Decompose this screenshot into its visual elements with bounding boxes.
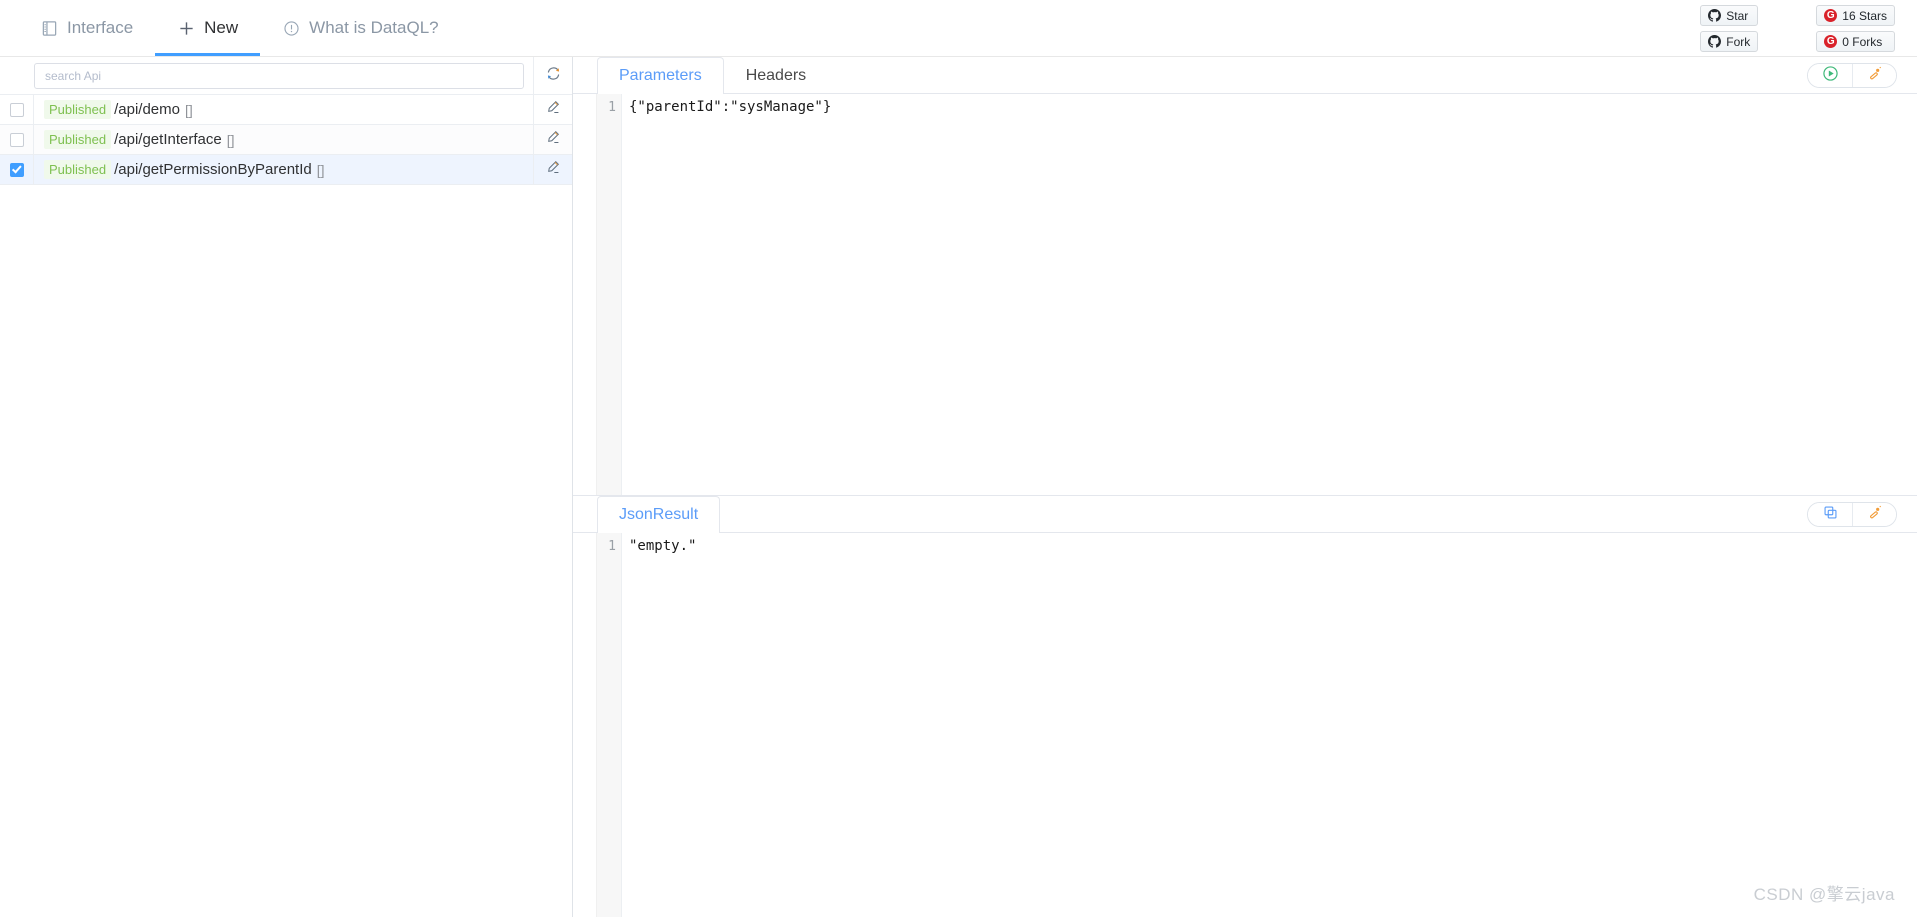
parameters-tabbar: Parameters Headers	[573, 57, 1917, 94]
table-row[interactable]: Published /api/getPermissionByParentId […	[0, 155, 572, 185]
refresh-button[interactable]	[534, 57, 572, 95]
pencil-icon	[546, 160, 560, 179]
parameters-actions	[1807, 63, 1897, 88]
pencil-icon	[546, 100, 560, 119]
row-checkbox[interactable]	[9, 162, 24, 177]
row-checkbox-cell[interactable]	[0, 95, 34, 124]
api-path: /api/demo	[114, 101, 180, 118]
api-list: Published /api/demo [] Published /api/ge…	[0, 95, 572, 185]
github-logo-icon	[1708, 9, 1722, 22]
result-code[interactable]: "empty."	[622, 533, 1917, 917]
result-editor[interactable]: 1 "empty."	[573, 533, 1917, 917]
row-edit-button[interactable]	[534, 125, 572, 154]
editor-left-margin	[573, 533, 597, 917]
tab-label: Parameters	[619, 66, 702, 84]
editor-pane: Parameters Headers 1 {"parentId":"sysMan…	[573, 57, 1917, 917]
info-circle-icon	[282, 19, 300, 37]
nav-item-label: Interface	[67, 18, 134, 37]
search-input[interactable]	[34, 62, 524, 89]
tab-label: Headers	[745, 66, 807, 84]
refresh-icon	[546, 66, 561, 86]
row-checkbox-cell[interactable]	[0, 155, 34, 184]
tab-headers[interactable]: Headers	[724, 57, 828, 93]
api-path: /api/getInterface	[114, 131, 222, 148]
github-star-button[interactable]: Star	[1700, 5, 1759, 26]
copy-icon	[1823, 505, 1838, 525]
top-bar: Interface New What is DataQL? Star Fork …	[0, 0, 1917, 57]
row-content[interactable]: Published /api/demo []	[34, 95, 534, 124]
github-fork-button[interactable]: Fork	[1700, 31, 1759, 52]
github-count-column: G 16 Stars G 0 Forks	[1816, 5, 1895, 52]
format-button[interactable]	[1852, 503, 1896, 526]
api-tag: []	[316, 161, 325, 178]
play-icon	[1822, 65, 1838, 86]
magic-wand-icon	[1867, 505, 1882, 525]
github-forks-count-label: 0 Forks	[1842, 34, 1883, 49]
api-sidebar: Published /api/demo []	[0, 56, 573, 917]
gitee-logo-icon: G	[1824, 35, 1838, 48]
magic-wand-icon	[1867, 66, 1882, 86]
parameters-editor[interactable]: 1 {"parentId":"sysManage"}	[573, 94, 1917, 495]
nav-item-label: What is DataQL?	[309, 18, 439, 37]
table-row[interactable]: Published /api/getInterface []	[0, 125, 572, 155]
github-stars-count-button[interactable]: G 16 Stars	[1816, 5, 1895, 26]
main-body: Published /api/demo []	[0, 56, 1917, 917]
editor-left-margin	[573, 94, 597, 495]
row-checkbox[interactable]	[9, 132, 24, 147]
github-forks-count-button[interactable]: G 0 Forks	[1816, 31, 1895, 52]
pencil-icon	[546, 130, 560, 149]
github-action-column: Star Fork	[1700, 5, 1759, 52]
book-icon	[40, 19, 58, 37]
row-checkbox[interactable]	[9, 102, 24, 117]
row-edit-button[interactable]	[534, 155, 572, 184]
table-row[interactable]: Published /api/demo []	[0, 95, 572, 125]
nav-item-what-is-dataql[interactable]: What is DataQL?	[260, 0, 460, 56]
status-badge: Published	[44, 100, 112, 119]
result-tabbar: JsonResult	[573, 496, 1917, 533]
run-button[interactable]	[1808, 64, 1852, 87]
github-stars-count-label: 16 Stars	[1842, 8, 1887, 23]
line-number-gutter: 1	[597, 94, 622, 495]
tab-label: JsonResult	[619, 505, 699, 523]
github-star-label: Star	[1726, 8, 1749, 23]
api-path: /api/getPermissionByParentId	[114, 161, 312, 178]
row-edit-button[interactable]	[534, 95, 572, 124]
sidebar-empty-area	[0, 185, 572, 917]
api-tag: []	[184, 101, 193, 118]
api-tag: []	[226, 131, 235, 148]
tab-parameters[interactable]: Parameters	[597, 57, 724, 94]
plus-icon	[177, 19, 195, 37]
github-badges: Star Fork G 16 Stars G 0 Forks	[1700, 5, 1895, 52]
line-number-gutter: 1	[597, 533, 622, 917]
format-button[interactable]	[1852, 64, 1896, 87]
copy-button[interactable]	[1808, 503, 1852, 526]
result-panel: JsonResult 1 "empty." CSDN @擎云java	[573, 495, 1917, 917]
search-cell	[0, 56, 534, 95]
row-content[interactable]: Published /api/getPermissionByParentId […	[34, 155, 534, 184]
nav-item-label: New	[204, 18, 239, 37]
github-logo-icon	[1708, 35, 1722, 48]
nav-item-interface[interactable]: Interface	[18, 0, 155, 56]
main-nav: Interface New What is DataQL?	[0, 0, 461, 57]
status-badge: Published	[44, 160, 112, 179]
github-fork-label: Fork	[1726, 34, 1751, 49]
tab-jsonresult[interactable]: JsonResult	[597, 496, 721, 533]
nav-item-new[interactable]: New	[155, 0, 261, 56]
result-actions	[1807, 502, 1897, 527]
gitee-logo-icon: G	[1824, 9, 1838, 22]
search-row	[0, 56, 572, 95]
parameters-panel: Parameters Headers 1 {"parentId":"sysMan…	[573, 57, 1917, 495]
row-checkbox-cell[interactable]	[0, 125, 34, 154]
parameters-code[interactable]: {"parentId":"sysManage"}	[622, 94, 1917, 495]
status-badge: Published	[44, 130, 112, 149]
row-content[interactable]: Published /api/getInterface []	[34, 125, 534, 154]
